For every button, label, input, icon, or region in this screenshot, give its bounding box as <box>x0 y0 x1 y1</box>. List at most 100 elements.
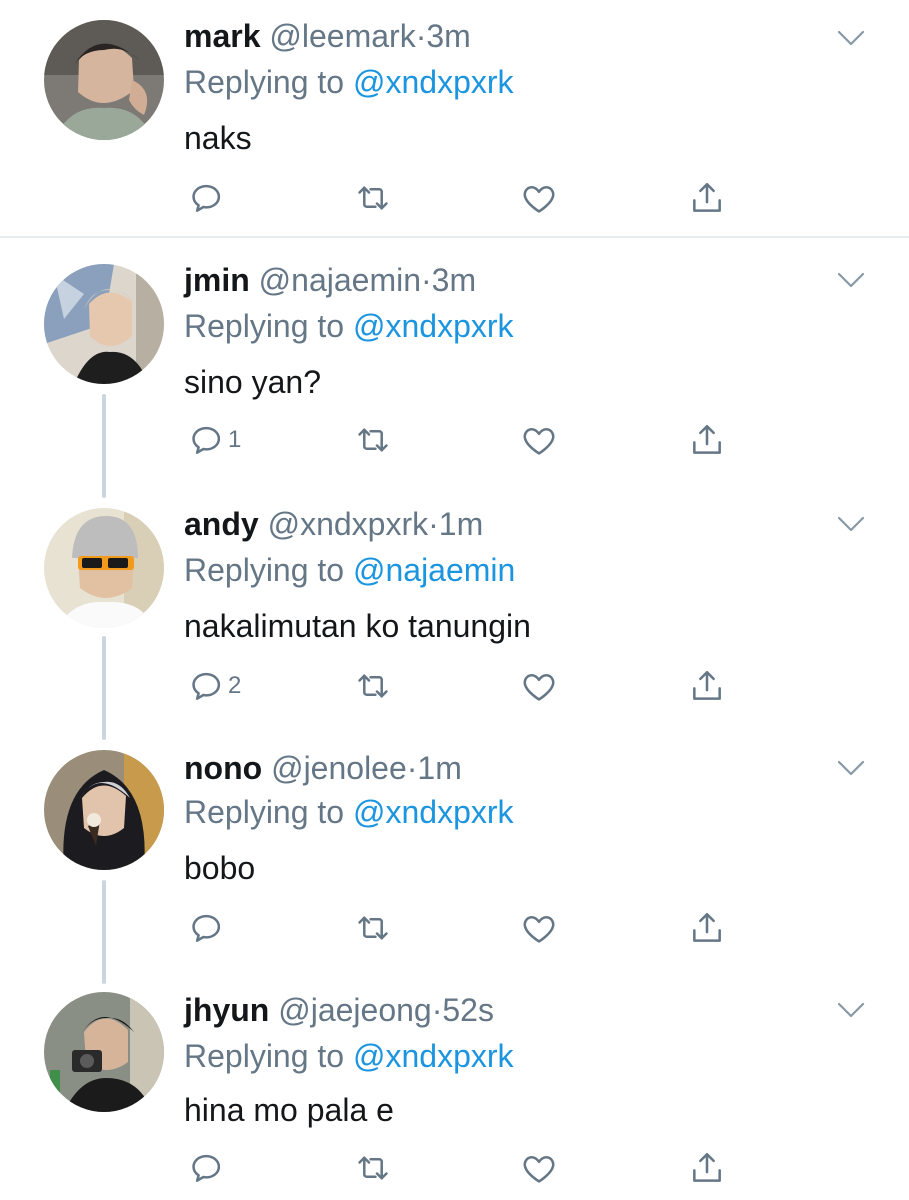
reply-icon <box>188 179 226 217</box>
reply-icon <box>188 1149 226 1187</box>
tweet[interactable]: nono @jenolee·1m Replying to @xndxpxrk b… <box>0 726 909 970</box>
action-bar: 2 <box>184 666 744 706</box>
replying-prefix: Replying to <box>184 64 345 100</box>
mention-link[interactable]: @xndxpxrk <box>353 64 514 100</box>
retweet-icon <box>354 1149 392 1187</box>
user-handle[interactable]: @jenolee <box>271 750 407 786</box>
tweet-text: hina mo pala e <box>184 1092 394 1128</box>
like-button[interactable] <box>520 1148 558 1188</box>
share-button[interactable] <box>688 178 726 218</box>
separator-dot: · <box>431 992 443 1028</box>
mention-link[interactable]: @najaemin <box>353 552 515 588</box>
retweet-icon <box>354 179 392 217</box>
share-button[interactable] <box>688 1148 726 1188</box>
share-icon <box>688 421 726 459</box>
reply-icon <box>188 909 226 947</box>
tweet-header: mark @leemark·3m <box>184 16 471 56</box>
tweet-header: nono @jenolee·1m <box>184 748 462 788</box>
reply-button[interactable] <box>188 1148 228 1188</box>
user-handle[interactable]: @xndxpxrk <box>268 506 429 542</box>
reply-icon <box>188 421 226 459</box>
avatar[interactable] <box>44 264 164 384</box>
separator-dot: · <box>421 262 432 298</box>
share-icon <box>688 667 726 705</box>
retweet-icon <box>354 667 392 705</box>
tweet[interactable]: jhyun @jaejeong·52s Replying to @xndxpxr… <box>0 970 909 1200</box>
share-icon <box>688 1149 726 1187</box>
like-icon <box>520 1149 558 1187</box>
reply-button[interactable]: 2 <box>188 666 241 706</box>
chevron-down-icon[interactable] <box>836 758 866 778</box>
timestamp[interactable]: 1m <box>417 750 461 786</box>
replying-prefix: Replying to <box>184 308 345 344</box>
retweet-button[interactable] <box>354 420 392 460</box>
like-icon <box>520 179 558 217</box>
retweet-icon <box>354 909 392 947</box>
replying-prefix: Replying to <box>184 1038 345 1074</box>
reply-count: 1 <box>228 426 242 453</box>
separator-dot: · <box>406 750 418 786</box>
like-icon <box>520 909 558 947</box>
replying-to: Replying to @xndxpxrk <box>184 792 514 832</box>
tweet-text: bobo <box>184 850 256 886</box>
retweet-icon <box>354 421 392 459</box>
retweet-button[interactable] <box>354 666 392 706</box>
mention-link[interactable]: @xndxpxrk <box>353 308 514 344</box>
retweet-button[interactable] <box>354 1148 392 1188</box>
mention-link[interactable]: @xndxpxrk <box>353 1038 514 1074</box>
reply-button[interactable] <box>188 178 228 218</box>
like-button[interactable] <box>520 666 558 706</box>
avatar[interactable] <box>44 750 164 870</box>
like-icon <box>520 667 558 705</box>
reply-button[interactable] <box>188 908 228 948</box>
timestamp[interactable]: 3m <box>432 262 476 298</box>
avatar[interactable] <box>44 992 164 1112</box>
mention-link[interactable]: @xndxpxrk <box>353 794 514 830</box>
tweet[interactable]: mark @leemark·3m Replying to @xndxpxrk n… <box>0 0 909 236</box>
chevron-down-icon[interactable] <box>836 28 866 48</box>
chevron-down-icon[interactable] <box>836 1000 866 1020</box>
user-handle[interactable]: @najaemin <box>259 262 421 298</box>
share-button[interactable] <box>688 666 726 706</box>
action-bar <box>184 1148 744 1188</box>
retweet-button[interactable] <box>354 178 392 218</box>
action-bar <box>184 178 744 218</box>
user-handle[interactable]: @leemark <box>269 18 415 54</box>
display-name[interactable]: mark <box>184 18 261 54</box>
tweet[interactable]: andy @xndxpxrk·1m Replying to @najaemin … <box>0 482 909 726</box>
chevron-down-icon[interactable] <box>836 514 866 534</box>
avatar[interactable] <box>44 20 164 140</box>
share-button[interactable] <box>688 420 726 460</box>
reply-count: 2 <box>228 672 242 699</box>
replying-to: Replying to @xndxpxrk <box>184 1036 514 1076</box>
action-bar <box>184 908 744 948</box>
tweet-text: sino yan? <box>184 364 321 400</box>
tweet-header: andy @xndxpxrk·1m <box>184 504 483 544</box>
tweet-text: nakalimutan ko tanungin <box>184 608 531 644</box>
retweet-button[interactable] <box>354 908 392 948</box>
replying-to: Replying to @najaemin <box>184 550 515 590</box>
avatar[interactable] <box>44 508 164 628</box>
timestamp[interactable]: 3m <box>426 18 470 54</box>
chevron-down-icon[interactable] <box>836 270 866 290</box>
user-handle[interactable]: @jaejeong <box>278 992 431 1028</box>
reply-button[interactable]: 1 <box>188 420 241 460</box>
replying-prefix: Replying to <box>184 794 345 830</box>
share-icon <box>688 179 726 217</box>
display-name[interactable]: jmin <box>184 262 250 298</box>
display-name[interactable]: andy <box>184 506 259 542</box>
like-button[interactable] <box>520 178 558 218</box>
separator-dot: · <box>428 506 439 542</box>
timestamp[interactable]: 1m <box>439 506 483 542</box>
replying-to: Replying to @xndxpxrk <box>184 62 514 102</box>
display-name[interactable]: jhyun <box>184 992 269 1028</box>
share-button[interactable] <box>688 908 726 948</box>
timestamp[interactable]: 52s <box>442 992 494 1028</box>
tweet[interactable]: jmin @najaemin·3m Replying to @xndxpxrk … <box>0 238 909 482</box>
share-icon <box>688 909 726 947</box>
like-button[interactable] <box>520 908 558 948</box>
like-button[interactable] <box>520 420 558 460</box>
separator-dot: · <box>415 18 427 54</box>
replying-to: Replying to @xndxpxrk <box>184 306 514 346</box>
display-name[interactable]: nono <box>184 750 262 786</box>
